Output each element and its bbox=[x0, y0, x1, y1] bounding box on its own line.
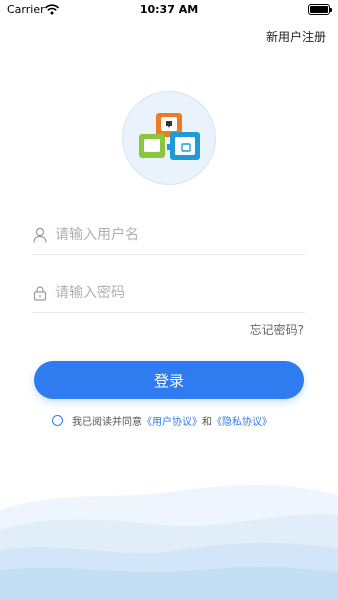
wave-background bbox=[0, 484, 338, 600]
user-agreement-link[interactable]: 《用户协议》 bbox=[142, 413, 202, 428]
user-icon bbox=[33, 227, 47, 243]
status-bar: Carrier 10:37 AM bbox=[0, 0, 338, 20]
lock-icon bbox=[33, 285, 47, 301]
password-field bbox=[33, 273, 305, 313]
logo-icon bbox=[139, 113, 200, 160]
battery-icon bbox=[308, 4, 332, 15]
username-field bbox=[33, 215, 305, 255]
forgot-password-link[interactable]: 忘记密码? bbox=[250, 321, 304, 338]
password-input[interactable] bbox=[55, 284, 275, 301]
clock: 10:37 AM bbox=[139, 3, 199, 16]
agreement-conjunction: 和 bbox=[202, 417, 212, 428]
agreement-prefix: 我已阅读并同意 bbox=[72, 417, 142, 428]
agree-checkbox[interactable] bbox=[52, 415, 63, 426]
username-input[interactable] bbox=[55, 226, 275, 243]
login-button[interactable]: 登录 bbox=[34, 361, 304, 399]
privacy-policy-link[interactable]: 《隐私协议》 bbox=[212, 413, 272, 428]
app-logo bbox=[122, 91, 216, 185]
register-link[interactable]: 新用户注册 bbox=[266, 28, 326, 45]
agreement-row: 我已阅读并同意 《用户协议》 和 《隐私协议》 bbox=[52, 413, 272, 428]
